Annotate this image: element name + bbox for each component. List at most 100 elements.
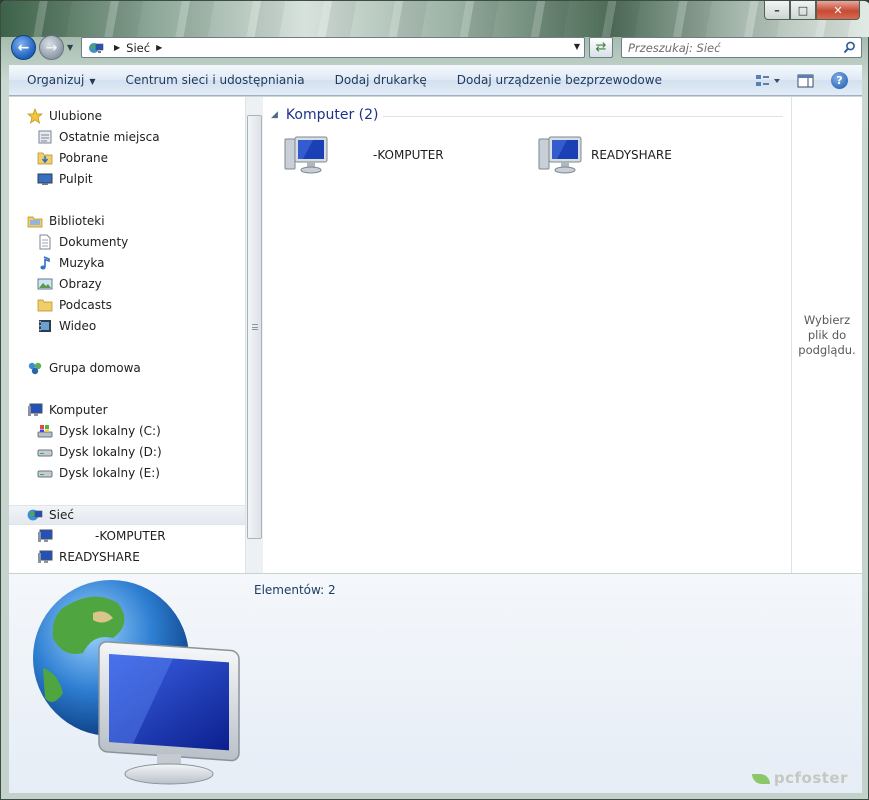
libraries-icon: [27, 213, 43, 229]
pictures-icon: [37, 276, 53, 292]
network-center-button[interactable]: Centrum sieci i udostępniania: [110, 73, 319, 87]
recent-places-icon: [37, 129, 53, 145]
help-icon[interactable]: ?: [831, 72, 848, 89]
nav-label: Ulubione: [49, 109, 103, 123]
close-button[interactable]: ✕: [816, 1, 860, 20]
drive-icon: [37, 465, 53, 481]
search-placeholder: Przeszukaj: Sieć: [628, 41, 721, 55]
add-printer-button[interactable]: Dodaj drukarkę: [320, 73, 442, 87]
navigation-pane: Ulubione Ostatnie miejsca Pobrane Pulpit…: [9, 97, 245, 573]
group-header[interactable]: ◢ Komputer (2): [271, 107, 379, 123]
nav-downloads[interactable]: Pobrane: [37, 148, 108, 168]
file-item-readyshare[interactable]: READYSHARE: [537, 133, 672, 177]
music-icon: [37, 255, 53, 271]
star-icon: [27, 108, 43, 124]
nav-label: Dysk lokalny (C:): [59, 424, 161, 438]
breadcrumb-separator[interactable]: ▶: [114, 43, 120, 52]
podcasts-folder-icon: [37, 297, 53, 313]
network-globe-icon: [23, 578, 243, 788]
nav-drive-e[interactable]: Dysk lokalny (E:): [37, 463, 160, 483]
nav-label: Dysk lokalny (D:): [59, 445, 162, 459]
nav-label: Dysk lokalny (E:): [59, 466, 160, 480]
forward-button[interactable]: →: [39, 35, 64, 60]
address-bar[interactable]: ▶ Sieć ▶ ▼: [81, 37, 585, 58]
computer-icon: [37, 549, 53, 565]
nav-music[interactable]: Muzyka: [37, 253, 104, 273]
item-count: Elementów: 2: [254, 583, 336, 597]
recent-pages-dropdown[interactable]: ▼: [67, 43, 73, 52]
grip-icon: [252, 324, 258, 330]
navigation-row: ← → ▼ ▶ Sieć ▶ ▼ ⇄ Przeszukaj: Sieć: [9, 33, 862, 61]
nav-favorites[interactable]: Ulubione: [27, 106, 102, 126]
nav-network-computer[interactable]: -KOMPUTER: [37, 526, 166, 546]
nav-documents[interactable]: Dokumenty: [37, 232, 128, 252]
address-dropdown-icon[interactable]: ▼: [574, 42, 580, 51]
title-bar[interactable]: [1, 1, 869, 37]
nav-computer[interactable]: Komputer: [27, 400, 108, 420]
nav-label: Dokumenty: [59, 235, 129, 249]
video-icon: [37, 318, 53, 334]
search-input[interactable]: Przeszukaj: Sieć: [621, 37, 862, 58]
watermark-logo: pcfoster: [751, 769, 848, 787]
nav-label: Ostatnie miejsca: [59, 130, 160, 144]
nav-label: Podcasts: [59, 298, 112, 312]
add-wireless-device-button[interactable]: Dodaj urządzenie bezprzewodowe: [442, 73, 677, 87]
nav-videos[interactable]: Wideo: [37, 316, 96, 336]
collapse-triangle-icon[interactable]: ◢: [271, 110, 278, 120]
nav-readyshare[interactable]: READYSHARE: [37, 547, 140, 567]
preview-text: Wybierz plik do podglądu.: [798, 312, 856, 357]
file-item-label: -KOMPUTER: [373, 148, 444, 162]
group-title: Komputer (2): [285, 107, 379, 123]
nav-label: Pobrane: [59, 151, 109, 165]
nav-network[interactable]: Sieć: [9, 505, 245, 525]
organize-menu[interactable]: Organizuj ▼: [9, 73, 110, 87]
command-bar: Organizuj ▼ Centrum sieci i udostępniania…: [9, 65, 862, 96]
nav-pictures[interactable]: Obrazy: [37, 274, 102, 294]
system-drive-icon: [37, 423, 53, 439]
leaf-icon: [751, 773, 770, 784]
nav-drive-c[interactable]: Dysk lokalny (C:): [37, 421, 161, 441]
nav-label: Obrazy: [59, 277, 102, 291]
nav-label: Biblioteki: [49, 214, 105, 228]
group-divider: [383, 116, 783, 117]
search-icon[interactable]: [843, 41, 856, 54]
nav-homegroup[interactable]: Grupa domowa: [27, 358, 141, 378]
nav-libraries[interactable]: Biblioteki: [27, 211, 105, 231]
nav-podcasts[interactable]: Podcasts: [37, 295, 112, 315]
breadcrumb-separator[interactable]: ▶: [156, 43, 162, 52]
documents-icon: [37, 234, 53, 250]
nav-label: -KOMPUTER: [95, 529, 166, 543]
nav-label: Grupa domowa: [49, 361, 141, 375]
nav-desktop[interactable]: Pulpit: [37, 169, 93, 189]
window-frame: – □ ✕ ← → ▼ ▶ Sieć ▶ ▼ ⇄ Przeszukaj: Sie…: [0, 0, 869, 800]
chevron-down-icon: ▼: [89, 77, 96, 86]
computer-icon: [37, 528, 53, 544]
breadcrumb-network[interactable]: Sieć: [126, 41, 150, 55]
nav-label: Sieć: [49, 508, 74, 522]
nav-drive-d[interactable]: Dysk lokalny (D:): [37, 442, 162, 462]
nav-label: Komputer: [49, 403, 108, 417]
minimize-button[interactable]: –: [764, 1, 790, 20]
watermark-text: pcfoster: [773, 769, 848, 787]
computer-icon: [283, 133, 331, 177]
nav-label: READYSHARE: [59, 550, 140, 564]
nav-label: Muzyka: [59, 256, 105, 270]
main-content: Ulubione Ostatnie miejsca Pobrane Pulpit…: [9, 97, 862, 573]
preview-pane: Wybierz plik do podglądu.: [791, 97, 862, 573]
command-bar-right: ?: [747, 65, 862, 96]
file-item-computer[interactable]: -KOMPUTER: [283, 133, 444, 177]
preview-pane-icon[interactable]: [797, 73, 815, 89]
back-button[interactable]: ←: [11, 35, 36, 60]
scrollbar-thumb[interactable]: [247, 115, 262, 539]
nav-label: Wideo: [59, 319, 97, 333]
navigation-scrollbar[interactable]: [245, 97, 263, 573]
refresh-button[interactable]: ⇄: [589, 37, 613, 58]
caption-buttons: – □ ✕: [764, 1, 860, 20]
file-list-pane: ◢ Komputer (2) -KOMPUTER READYSHARE: [263, 97, 791, 573]
maximize-button[interactable]: □: [790, 1, 816, 20]
downloads-folder-icon: [37, 150, 53, 166]
desktop-icon: [37, 171, 53, 187]
view-options-icon[interactable]: [755, 73, 780, 89]
file-item-label: READYSHARE: [591, 148, 672, 162]
nav-recent-places[interactable]: Ostatnie miejsca: [37, 127, 160, 147]
